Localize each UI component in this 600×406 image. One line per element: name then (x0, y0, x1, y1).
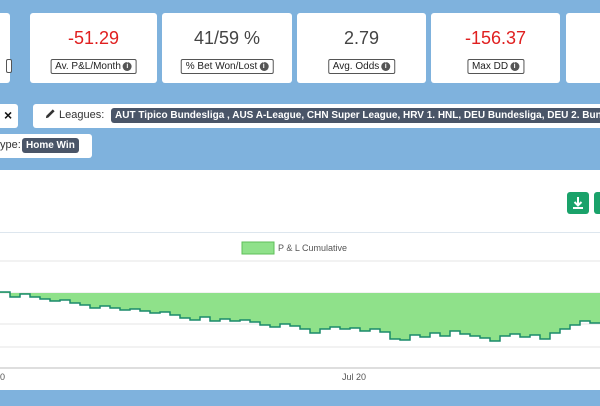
pencil-icon (45, 108, 56, 122)
stat-label-text: % Bet Won/Lost (185, 61, 258, 72)
stat-label-avg-odds[interactable]: Avg. Odds i (327, 59, 396, 74)
info-icon[interactable]: i (259, 62, 269, 71)
stat-card-partial-right (566, 13, 600, 83)
stat-label-bet-won-lost[interactable]: % Bet Won/Lost i (180, 59, 274, 74)
info-icon[interactable]: i (122, 62, 132, 71)
stat-label-avg-pl-month[interactable]: Av. P&L/Month i (50, 59, 137, 74)
pl-chart: P & L Cumulative 0 Jul 20 (0, 241, 600, 382)
close-icon[interactable]: × (4, 107, 12, 123)
info-icon[interactable]: i (381, 62, 391, 71)
stat-card-partial-left (0, 13, 12, 83)
stat-value-avg-odds: 2.79 (343, 28, 380, 48)
stat-label-text: Max DD (471, 61, 509, 72)
download-button[interactable] (567, 192, 589, 214)
filter-type[interactable]: ype: Home Win (0, 134, 92, 158)
x-tick-label: Jul 20 (342, 372, 366, 382)
stat-value-avg-pl-month: -51.29 (67, 28, 120, 48)
stat-card-bet-won-lost: 41/59 % % Bet Won/Lost i (162, 13, 292, 83)
leagues-label: Leagues: (59, 109, 105, 121)
download-icon (573, 197, 583, 209)
leagues-chip[interactable]: AUT Tipico Bundesliga , AUS A-League, CH… (111, 108, 600, 123)
stat-value-bet-won-lost: 41/59 % (193, 28, 261, 48)
stat-label-text: Avg. Odds (332, 61, 380, 72)
stat-card-max-dd: -156.37 Max DD i (431, 13, 560, 83)
export-button-partial[interactable] (594, 192, 600, 214)
filter-leagues[interactable]: Leagues: AUT Tipico Bundesliga , AUS A-L… (33, 104, 600, 128)
x-tick-label: 0 (0, 372, 5, 382)
stat-label-text: Av. P&L/Month (55, 61, 121, 72)
info-icon[interactable]: i (510, 62, 520, 71)
stat-label-max-dd[interactable]: Max DD i (466, 59, 525, 74)
type-chip[interactable]: Home Win (22, 138, 79, 153)
legend-label[interactable]: P & L Cumulative (278, 243, 347, 253)
type-label: ype: (0, 139, 21, 151)
filter-clear-box[interactable]: × (0, 104, 18, 128)
stat-card-avg-odds: 2.79 Avg. Odds i (297, 13, 426, 83)
stat-value-max-dd: -156.37 (464, 28, 527, 48)
stat-label-partial (6, 59, 12, 73)
legend-swatch[interactable] (241, 241, 275, 255)
stat-card-avg-pl-month: -51.29 Av. P&L/Month i (30, 13, 157, 83)
